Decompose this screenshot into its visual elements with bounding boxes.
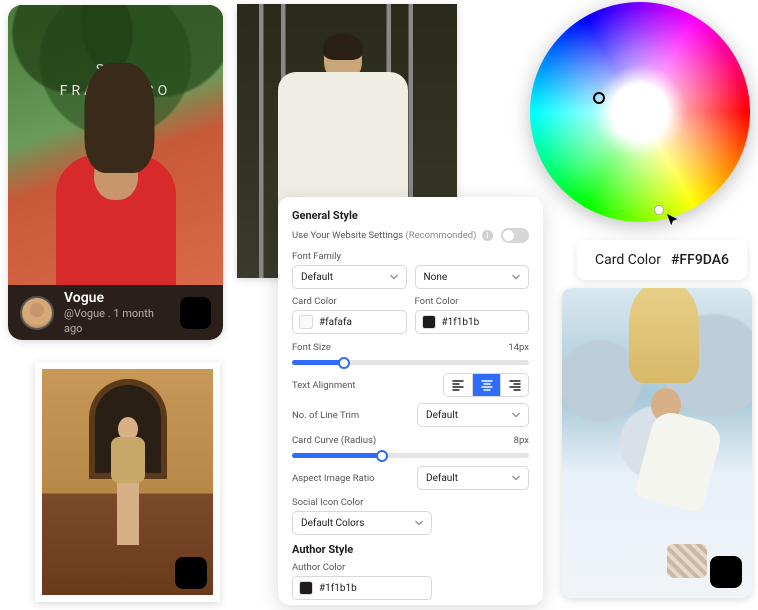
- card-color-field-label: Card Color: [292, 296, 407, 307]
- social-card-sf[interactable]: SAN FRANCISCO Vogue @Vogue . 1 month ago: [8, 5, 223, 340]
- tiktok-icon[interactable]: [180, 297, 211, 329]
- tiktok-icon[interactable]: [175, 557, 207, 589]
- font-color-field-label: Font Color: [415, 296, 530, 307]
- color-wheel[interactable]: [530, 2, 750, 222]
- tiktok-icon[interactable]: [710, 556, 742, 588]
- chevron-down-icon: [390, 273, 398, 281]
- text-alignment-group: [443, 373, 529, 397]
- font-family-label: Font Family: [292, 251, 529, 262]
- line-trim-select[interactable]: Default: [417, 403, 529, 427]
- section-heading-author: Author Style: [292, 543, 529, 556]
- align-center-icon: [481, 379, 493, 391]
- chevron-down-icon: [415, 519, 423, 527]
- author-avatar[interactable]: [20, 296, 54, 330]
- font-color-input[interactable]: #1f1b1b: [415, 310, 530, 334]
- aspect-ratio-select[interactable]: Default: [417, 466, 529, 490]
- author-color-input[interactable]: #1f1b1b: [292, 576, 432, 600]
- text-align-left-button[interactable]: [444, 374, 472, 396]
- font-family-secondary-select[interactable]: None: [415, 265, 530, 289]
- font-size-label: Font Size: [292, 342, 331, 353]
- text-alignment-label: Text Alignment: [292, 380, 356, 391]
- chevron-down-icon: [512, 411, 520, 419]
- card-footer: Vogue @Vogue . 1 month ago: [8, 285, 223, 340]
- align-right-icon: [509, 379, 521, 391]
- social-icon-color-label: Social Icon Color: [292, 497, 529, 508]
- text-align-right-button[interactable]: [500, 374, 528, 396]
- font-color-swatch: [422, 315, 436, 329]
- card-color-readout: Card Color #FF9DA6: [577, 240, 747, 280]
- card-curve-slider[interactable]: [292, 453, 529, 458]
- card-color-input[interactable]: #fafafa: [292, 310, 407, 334]
- author-color-label: Author Color: [292, 562, 529, 573]
- font-size-value: 14px: [508, 342, 529, 353]
- social-icon-color-select[interactable]: Default Colors: [292, 511, 432, 535]
- font-size-slider[interactable]: [292, 360, 529, 365]
- section-heading-general: General Style: [292, 209, 529, 222]
- card-image: SAN FRANCISCO: [8, 5, 223, 285]
- author-color-swatch: [299, 581, 313, 595]
- style-panel: General Style Use Your Website Settings …: [278, 197, 543, 605]
- cursor-icon: [666, 212, 680, 231]
- card-curve-label: Card Curve (Radius): [292, 435, 376, 446]
- card-curve-value: 8px: [514, 435, 529, 446]
- card-color-value: #FF9DA6: [671, 252, 729, 268]
- aspect-ratio-label: Aspect Image Ratio: [292, 473, 375, 484]
- align-left-icon: [452, 379, 464, 391]
- color-wheel-selection-ring[interactable]: [593, 92, 605, 104]
- card-color-label: Card Color: [595, 252, 661, 268]
- photo-card-doorway[interactable]: [35, 362, 220, 602]
- font-family-select[interactable]: Default: [292, 265, 407, 289]
- use-website-settings-toggle[interactable]: [501, 228, 529, 243]
- color-wheel-handle[interactable]: [654, 205, 664, 215]
- author-meta: @Vogue . 1 month ago: [64, 307, 170, 336]
- text-align-center-button[interactable]: [472, 374, 500, 396]
- info-icon[interactable]: i: [482, 230, 493, 241]
- photo-card-snow[interactable]: [562, 288, 752, 598]
- card-image: [42, 369, 213, 595]
- card-color-swatch: [299, 315, 313, 329]
- use-website-settings-label: Use Your Website Settings (Recommonded) …: [292, 230, 493, 241]
- author-name[interactable]: Vogue: [64, 289, 170, 307]
- chevron-down-icon: [512, 474, 520, 482]
- line-trim-label: No. of Line Trim: [292, 410, 359, 421]
- chevron-down-icon: [512, 273, 520, 281]
- card-image: [562, 288, 752, 598]
